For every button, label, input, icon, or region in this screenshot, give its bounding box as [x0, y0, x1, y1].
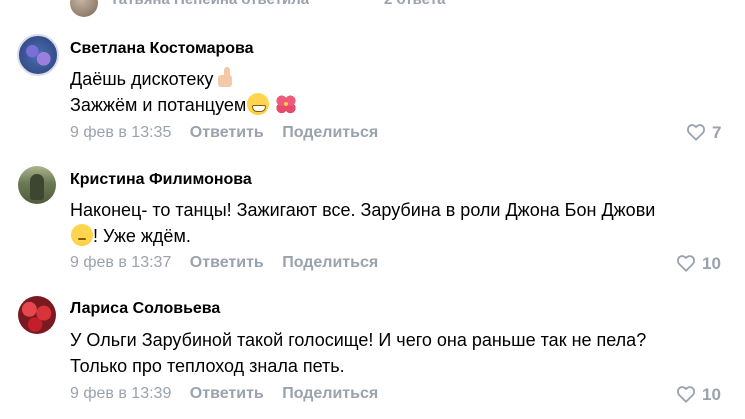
heart-icon: [677, 386, 695, 403]
share-button[interactable]: Поделиться: [282, 254, 378, 271]
heart-icon: [677, 255, 695, 272]
share-button[interactable]: Поделиться: [282, 385, 378, 402]
comment-text: У Ольги Зарубиной такой голосище! И чего…: [70, 327, 646, 379]
replies-summary-row[interactable]: Татьяна Непейна ответила 2 ответа: [0, 0, 745, 17]
avatar[interactable]: [17, 34, 59, 76]
comment-author[interactable]: Кристина Филимонова: [70, 171, 252, 189]
like-button[interactable]: 10: [676, 385, 721, 405]
hibiscus-icon: [275, 93, 298, 115]
comment-author[interactable]: Лариса Соловьева: [70, 300, 220, 318]
comment-text: Наконец- то танцы! Зажигают все. Зарубин…: [70, 197, 655, 249]
comment-meta: 9 фев в 13:37 Ответить Поделиться: [70, 254, 378, 272]
like-count: 7: [712, 123, 722, 142]
comment-text-line: Даёшь дискотеку: [70, 69, 214, 89]
thinking-face-icon: [71, 224, 93, 246]
replies-count[interactable]: 2 ответа: [384, 0, 446, 8]
comment-text-line: Наконец- то танцы! Зажигают все. Зарубин…: [70, 200, 656, 220]
like-button[interactable]: 10: [676, 254, 721, 274]
grinning-face-icon: [247, 93, 270, 115]
comment-meta: 9 фев в 13:39 Ответить Поделиться: [70, 385, 378, 403]
comment-text-line: ! Уже ждём.: [93, 226, 191, 246]
avatar: [70, 0, 98, 17]
avatar[interactable]: [18, 296, 56, 334]
comment-date[interactable]: 9 фев в 13:35: [70, 124, 171, 141]
reply-button[interactable]: Ответить: [190, 385, 264, 402]
heart-icon: [687, 124, 705, 141]
like-button[interactable]: 7: [686, 123, 721, 143]
comment-date[interactable]: 9 фев в 13:39: [70, 385, 171, 402]
reply-button[interactable]: Ответить: [190, 124, 264, 141]
like-count: 10: [702, 254, 721, 273]
like-count: 10: [702, 385, 721, 404]
comment-author[interactable]: Светлана Костомарова: [70, 40, 254, 58]
thumbs-up-icon: [214, 67, 234, 89]
replies-author-text: Татьяна Непейна ответила: [110, 0, 309, 8]
reply-button[interactable]: Ответить: [190, 254, 264, 271]
comment-meta: 9 фев в 13:35 Ответить Поделиться: [70, 124, 378, 142]
comment-text: Даёшь дискотеку Зажжём и потанцуем: [70, 66, 298, 118]
comment-text-line: Только про теплоход знала петь.: [70, 356, 345, 376]
comment-date[interactable]: 9 фев в 13:37: [70, 254, 171, 271]
comment-text-line: У Ольги Зарубиной такой голосище! И чего…: [70, 330, 647, 350]
avatar[interactable]: [18, 166, 56, 204]
comment-text-line: Зажжём и потанцуем: [70, 95, 247, 115]
share-button[interactable]: Поделиться: [282, 124, 378, 141]
